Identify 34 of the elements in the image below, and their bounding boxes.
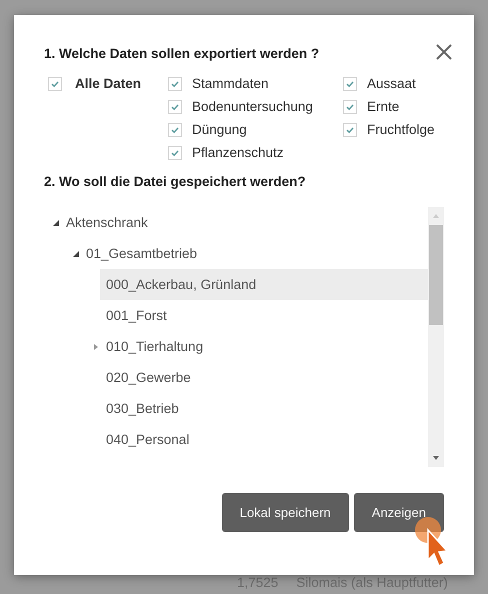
checkbox[interactable] (343, 100, 357, 114)
checkbox[interactable] (343, 76, 357, 90)
checkbox-label: Alle Daten (75, 76, 142, 91)
tree-item[interactable]: 000_Ackerbau, Grünland (100, 269, 428, 300)
checkbox-label: Pflanzenschutz (192, 145, 284, 160)
section-title: 1. Welche Daten sollen exportiert werden ? (44, 46, 320, 61)
section-title: 2. Wo soll die Datei gespeichert werden? (44, 174, 307, 189)
action-button[interactable]: Anzeigen (354, 493, 444, 532)
scroll-down-icon[interactable] (432, 455, 440, 461)
scrollbar[interactable] (428, 207, 444, 467)
checkbox-label: Düngung (192, 122, 247, 137)
collapse-triangle-icon[interactable] (72, 250, 80, 258)
tree-item[interactable]: 030_Betrieb (100, 393, 428, 424)
close-icon[interactable] (434, 42, 454, 62)
checkbox-label: Aussaat (367, 76, 416, 91)
tree-item[interactable]: 020_Gewerbe (100, 362, 428, 393)
tree-item[interactable]: 010_Tierhaltung (100, 331, 428, 362)
checkbox-label: Bodenuntersuchung (192, 99, 313, 114)
checkbox[interactable] (48, 76, 62, 90)
checkbox[interactable] (343, 122, 357, 136)
checkbox-label: Fruchtfolge (367, 122, 435, 137)
tree-item[interactable]: 040_Personal (100, 424, 428, 455)
checkbox[interactable] (168, 76, 182, 90)
collapse-triangle-icon[interactable] (52, 218, 60, 226)
expand-triangle-icon[interactable] (92, 342, 100, 350)
tree-item[interactable]: 01_Gesamtbetrieb (80, 238, 428, 269)
checkbox[interactable] (168, 122, 182, 136)
checkbox-label: Ernte (367, 99, 400, 114)
checkbox[interactable] (168, 100, 182, 114)
action-button[interactable]: Lokal speichern (222, 493, 349, 532)
tree-item[interactable]: 001_Forst (100, 300, 428, 331)
checkbox-label: Stammdaten (192, 76, 269, 91)
checkbox[interactable] (168, 146, 182, 160)
tree-item[interactable]: Aktenschrank (60, 207, 428, 238)
